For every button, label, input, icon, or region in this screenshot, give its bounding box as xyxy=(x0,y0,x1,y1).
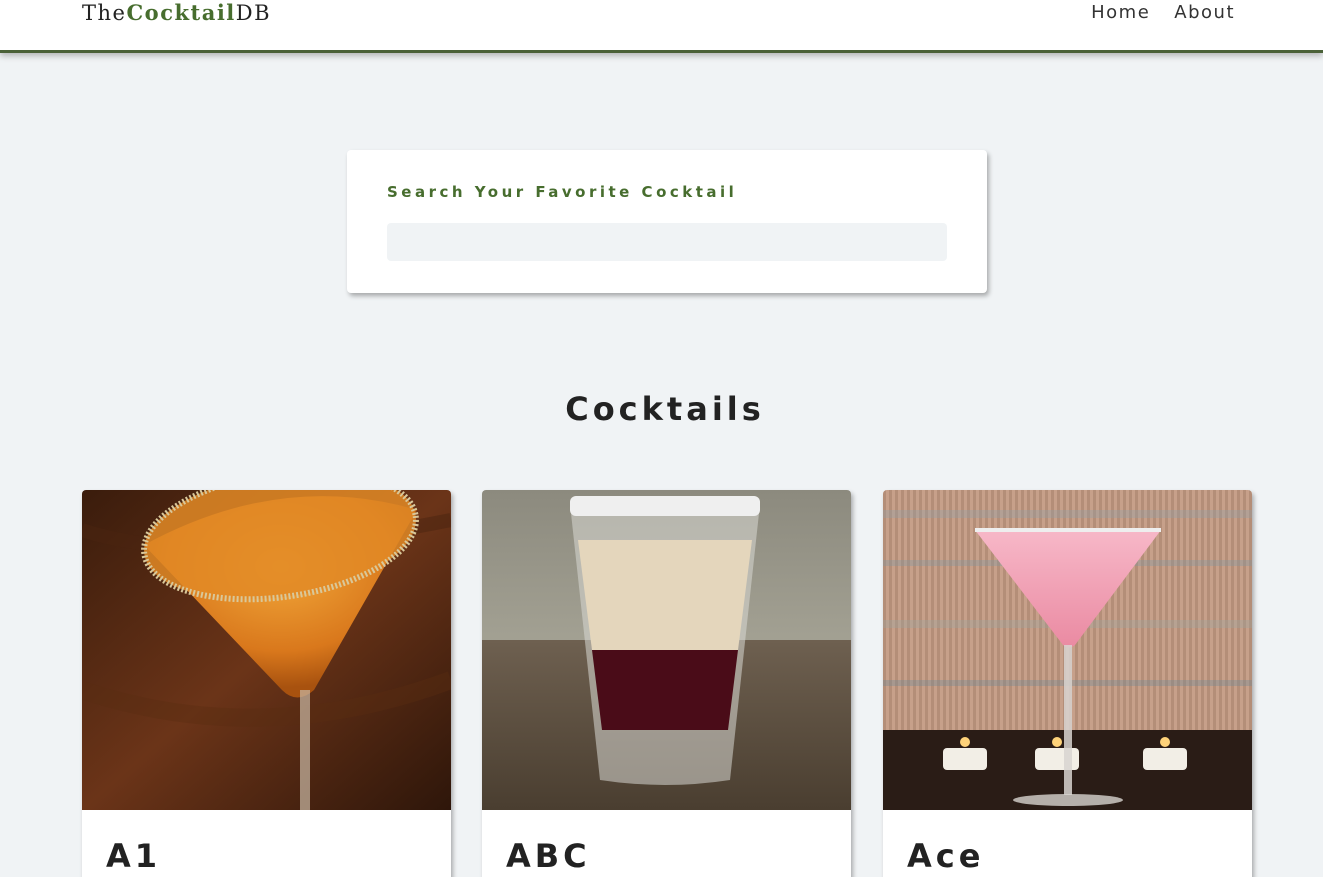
nav-links: Home About xyxy=(1091,2,1235,23)
cocktail-card-ace[interactable]: Ace xyxy=(883,490,1252,877)
logo-accent: Cocktail xyxy=(126,0,236,25)
cocktail-name: A1 xyxy=(106,837,162,875)
cocktail-card-a1[interactable]: A1 xyxy=(82,490,451,877)
nav-link-about[interactable]: About xyxy=(1174,2,1235,23)
nav-link-home[interactable]: Home xyxy=(1091,2,1150,23)
search-label: Search Your Favorite Cocktail xyxy=(387,183,738,201)
section-title: Cocktails xyxy=(565,390,765,428)
cocktail-name: Ace xyxy=(907,837,985,875)
search-card: Search Your Favorite Cocktail xyxy=(347,150,987,293)
cocktail-image[interactable] xyxy=(82,490,451,810)
logo-suffix: DB xyxy=(235,1,272,25)
navbar: TheCocktailDB Home About xyxy=(0,0,1323,53)
cocktail-image[interactable] xyxy=(482,490,851,810)
search-input[interactable] xyxy=(387,223,947,261)
logo-prefix: The xyxy=(82,1,127,25)
cocktail-name: ABC xyxy=(506,837,591,875)
cocktail-image[interactable] xyxy=(883,490,1252,810)
site-logo[interactable]: TheCocktailDB xyxy=(82,0,271,25)
cocktail-card-abc[interactable]: ABC xyxy=(482,490,851,877)
